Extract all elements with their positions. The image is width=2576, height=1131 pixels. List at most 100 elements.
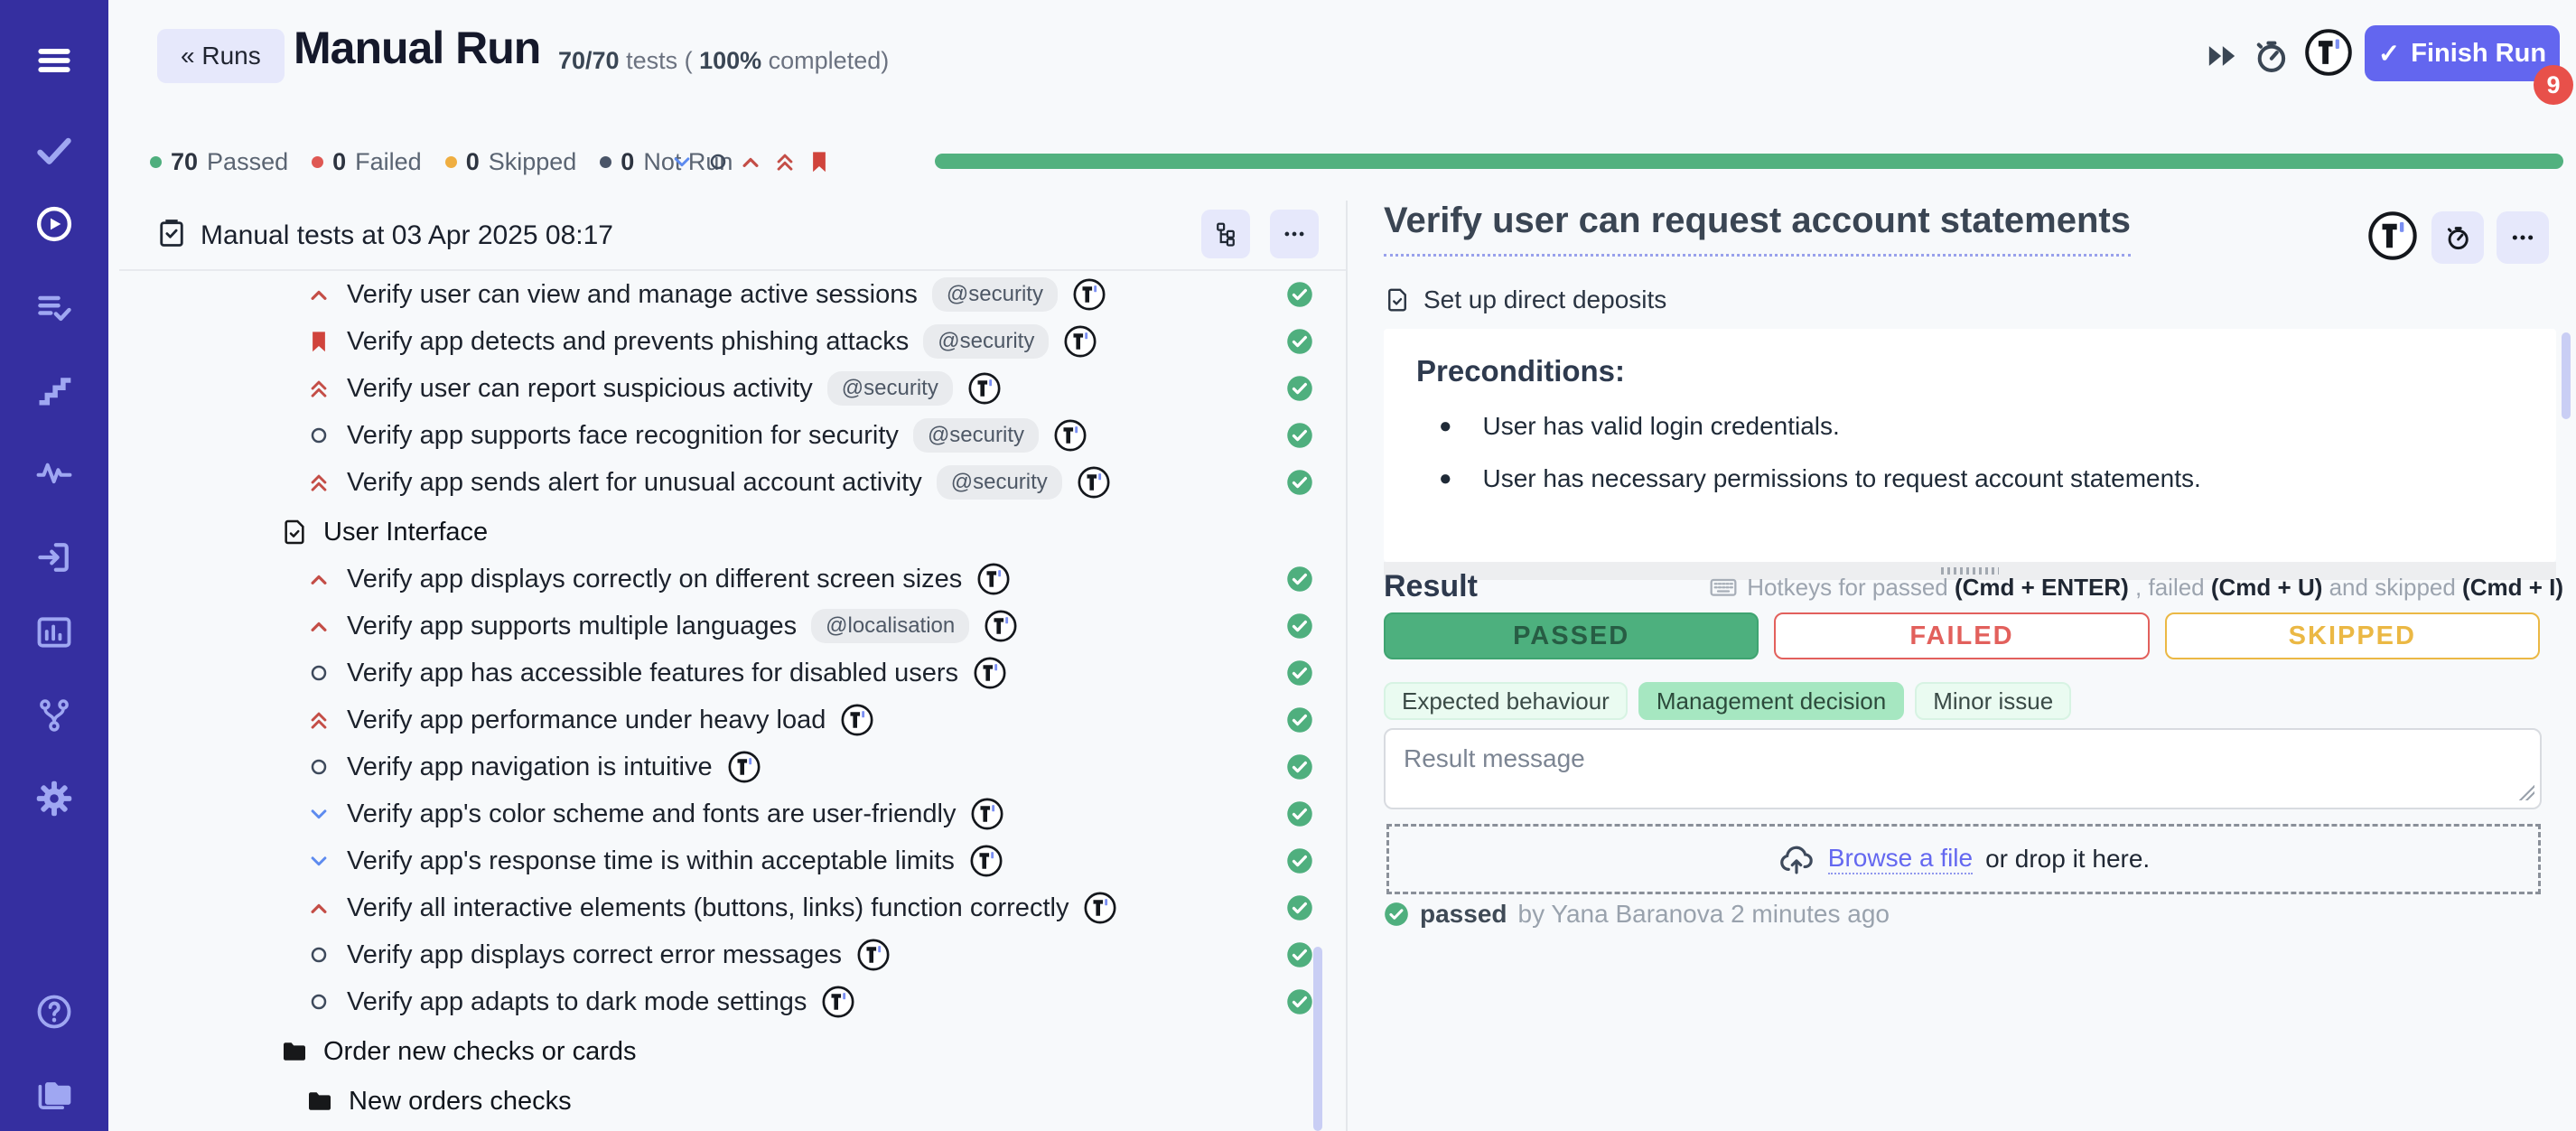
- result-passed-icon: [1286, 894, 1313, 921]
- logo-badge-icon[interactable]: [1083, 891, 1117, 925]
- test-row[interactable]: Verify app supports face recognition for…: [119, 412, 1346, 459]
- logo-badge-icon[interactable]: [727, 750, 761, 784]
- suite-row[interactable]: User Interface: [119, 509, 1346, 556]
- legend-passed[interactable]: 70Passed: [150, 148, 288, 176]
- finish-run-button[interactable]: ✓Finish Run: [2365, 25, 2560, 81]
- list-scrollbar[interactable]: [1313, 947, 1322, 1131]
- case-title[interactable]: Verify user can request account statemen…: [1384, 201, 2131, 257]
- back-to-runs-button[interactable]: « Runs: [157, 29, 285, 83]
- tag-expected-behaviour[interactable]: Expected behaviour: [1384, 682, 1628, 720]
- test-row[interactable]: Verify app's response time is within acc…: [119, 837, 1346, 884]
- test-row[interactable]: Verify app detects and prevents phishing…: [119, 318, 1346, 365]
- test-row[interactable]: Verify app displays correct error messag…: [119, 931, 1346, 978]
- pulse-icon[interactable]: [34, 453, 74, 492]
- logo-badge-icon[interactable]: [984, 609, 1018, 643]
- priority-circle-icon: [305, 988, 332, 1015]
- branch-icon[interactable]: [34, 696, 74, 735]
- failed-button[interactable]: FAILED: [1774, 612, 2149, 659]
- result-passed-icon: [1286, 612, 1313, 640]
- chevron-down-icon[interactable]: [668, 148, 695, 175]
- stopwatch-icon[interactable]: [2251, 36, 2291, 76]
- file-dropzone[interactable]: Browse a file or drop it here.: [1386, 824, 2541, 894]
- test-title: Verify app supports multiple languages: [347, 612, 797, 641]
- play-circle-icon[interactable]: [34, 204, 74, 244]
- priority-chevrons-up-icon: [305, 469, 332, 496]
- logo-badge-icon[interactable]: [967, 371, 1002, 406]
- test-tag: @security: [913, 418, 1039, 453]
- legend-failed[interactable]: 0Failed: [312, 148, 422, 176]
- browse-file-link[interactable]: Browse a file: [1828, 844, 1973, 874]
- folder-icon: [280, 1037, 309, 1066]
- test-row[interactable]: Verify app displays correctly on differe…: [119, 556, 1346, 603]
- priority-bookmark-icon: [305, 328, 332, 355]
- case-stopwatch-button[interactable]: [2431, 211, 2484, 264]
- folder-row[interactable]: [119, 1127, 1346, 1131]
- test-row[interactable]: Verify app navigation is intuitive: [119, 743, 1346, 790]
- result-title: Result: [1384, 569, 1478, 604]
- priority-chevron-down-icon: [305, 800, 332, 827]
- case-more-button[interactable]: [2497, 211, 2549, 264]
- logo-badge-icon[interactable]: [1063, 324, 1097, 359]
- logo-badge-icon[interactable]: [840, 703, 874, 737]
- suite-title: User Interface: [323, 518, 488, 547]
- check-icon[interactable]: [34, 130, 74, 170]
- logo-badge-icon[interactable]: [1072, 277, 1106, 312]
- logo-badge-icon[interactable]: [821, 985, 855, 1019]
- folder-row[interactable]: New orders checks: [119, 1078, 1346, 1125]
- logo-icon[interactable]: [2366, 210, 2419, 262]
- folder-row[interactable]: Order new checks or cards: [119, 1028, 1346, 1075]
- chevron-up-icon[interactable]: [737, 148, 764, 175]
- test-row[interactable]: Verify app sends alert for unusual accou…: [119, 459, 1346, 506]
- test-row[interactable]: Verify app's color scheme and fonts are …: [119, 790, 1346, 837]
- priority-chevron-up-icon: [305, 281, 332, 308]
- logo-badge-icon[interactable]: [1077, 465, 1111, 500]
- legend-skipped[interactable]: 0Skipped: [445, 148, 577, 176]
- results-legend: 70Passed0Failed0Skipped0Not Run: [150, 146, 733, 177]
- list-more-button[interactable]: [1270, 210, 1319, 258]
- logo-badge-icon[interactable]: [969, 844, 1003, 878]
- logo-badge-icon[interactable]: [976, 562, 1011, 596]
- fast-forward-icon[interactable]: [2204, 38, 2240, 74]
- bar-chart-icon[interactable]: [34, 612, 74, 652]
- hotkeys-hint: Hotkeys for passed (Cmd + ENTER) , faile…: [1709, 573, 2563, 602]
- logo-badge-icon[interactable]: [856, 938, 891, 972]
- test-row[interactable]: Verify user can report suspicious activi…: [119, 365, 1346, 412]
- test-row[interactable]: Verify all interactive elements (buttons…: [119, 884, 1346, 931]
- help-icon[interactable]: [34, 992, 74, 1032]
- menu-icon[interactable]: [34, 41, 74, 80]
- keyboard-icon: [1709, 573, 1738, 602]
- result-passed-icon: [1286, 659, 1313, 687]
- suite-breadcrumb[interactable]: Set up direct deposits: [1384, 285, 1666, 314]
- result-passed-icon: [1286, 375, 1313, 402]
- test-row[interactable]: Verify app performance under heavy load: [119, 696, 1346, 743]
- gear-icon[interactable]: [34, 779, 74, 818]
- logo-badge-icon[interactable]: [973, 656, 1007, 690]
- bookmark-icon[interactable]: [806, 148, 833, 175]
- logo-icon[interactable]: [2303, 27, 2354, 78]
- test-row[interactable]: Verify app has accessible features for d…: [119, 650, 1346, 696]
- preconditions-scrollbar[interactable]: [2562, 332, 2571, 419]
- group-by-button[interactable]: [1201, 210, 1250, 258]
- run-progress-bar: [935, 154, 2563, 169]
- test-tag: @security: [923, 324, 1049, 359]
- chevrons-up-icon[interactable]: [771, 148, 798, 175]
- test-title: Verify app's color scheme and fonts are …: [347, 799, 956, 829]
- passed-button[interactable]: PASSED: [1384, 612, 1759, 659]
- logo-badge-icon[interactable]: [1053, 418, 1087, 453]
- test-row[interactable]: Verify app adapts to dark mode settings: [119, 978, 1346, 1025]
- test-title: Verify app supports face recognition for…: [347, 421, 899, 451]
- list-check-icon[interactable]: [34, 288, 74, 328]
- projects-icon[interactable]: [34, 1073, 74, 1113]
- test-row[interactable]: Verify app supports multiple languages@l…: [119, 603, 1346, 650]
- steps-icon[interactable]: [34, 370, 74, 410]
- circle-icon[interactable]: [705, 148, 732, 175]
- tag-minor-issue[interactable]: Minor issue: [1915, 682, 2071, 720]
- resize-grip-icon[interactable]: [2518, 784, 2534, 800]
- status-dot-icon: [445, 156, 457, 168]
- logo-badge-icon[interactable]: [970, 797, 1004, 831]
- test-row[interactable]: Verify user can view and manage active s…: [119, 271, 1346, 318]
- skipped-button[interactable]: SKIPPED: [2165, 612, 2540, 659]
- import-icon[interactable]: [34, 537, 74, 577]
- tag-management-decision[interactable]: Management decision: [1638, 682, 1904, 720]
- result-message-input[interactable]: [1384, 728, 2542, 809]
